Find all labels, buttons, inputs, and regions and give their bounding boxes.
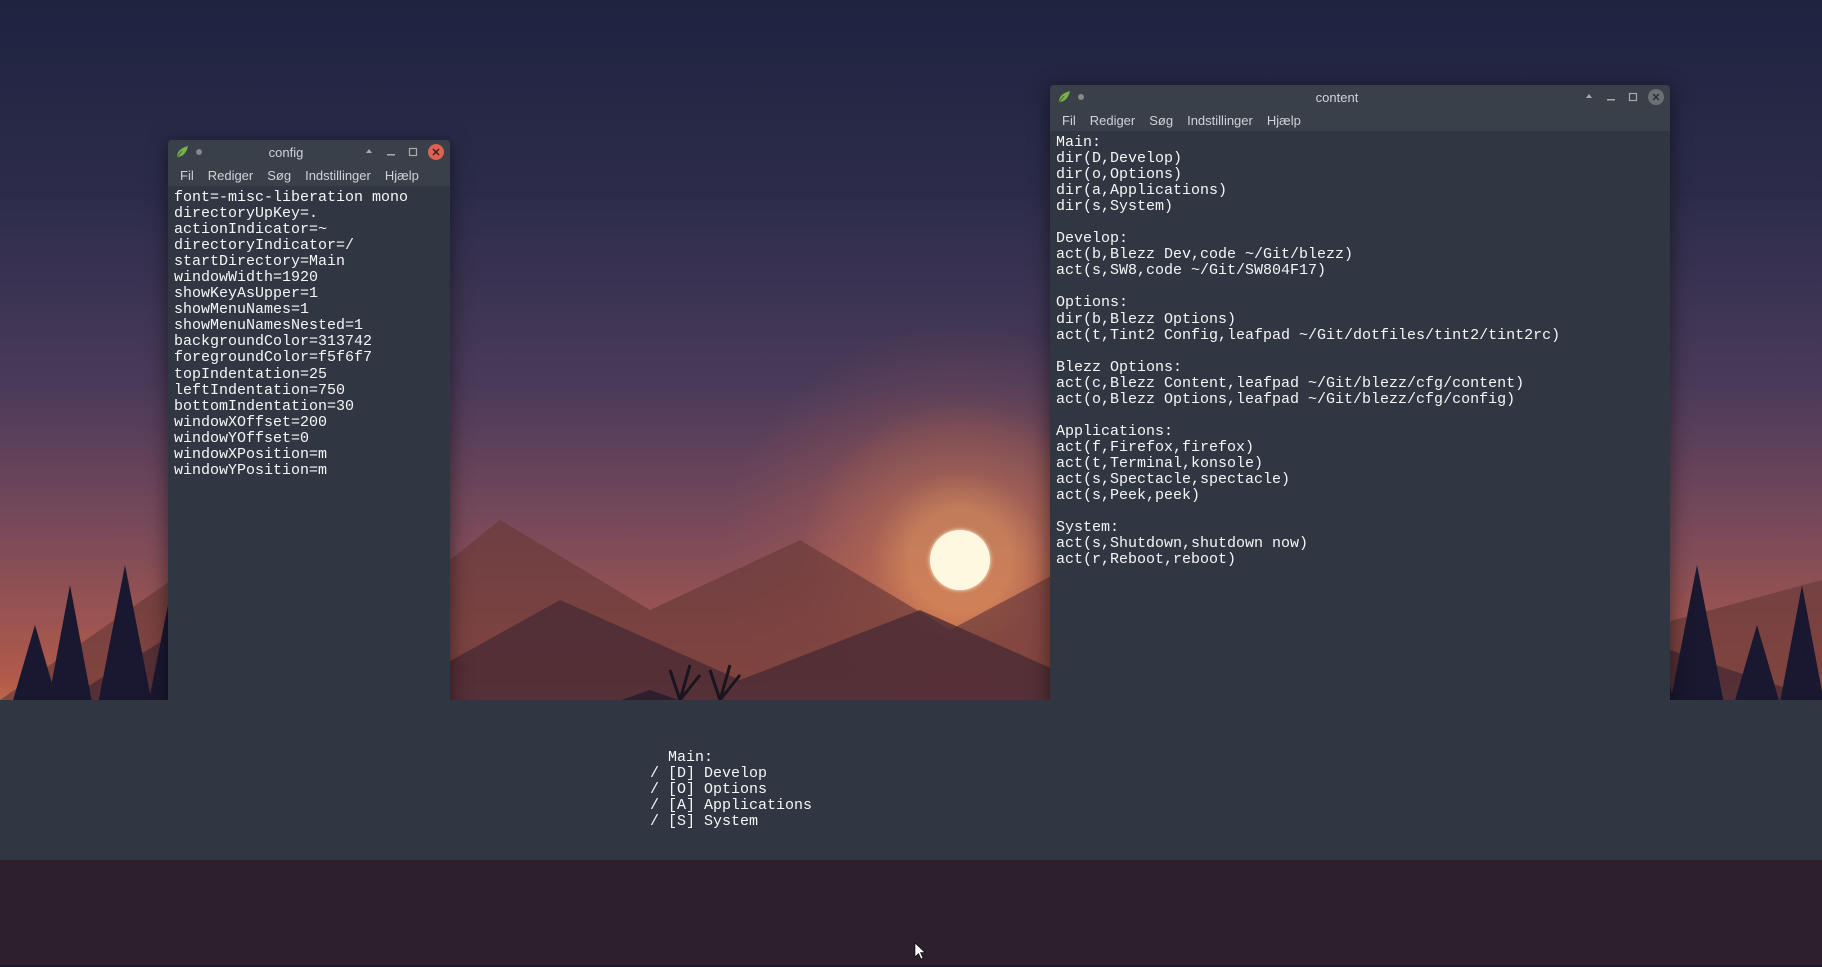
leafpad-icon	[174, 144, 190, 160]
blezz-launcher[interactable]: Main: / [D] Develop / [O] Options / [A] …	[0, 700, 1822, 860]
modified-indicator-icon	[1078, 94, 1084, 100]
minimize-button[interactable]	[1604, 90, 1618, 104]
editor-window-config[interactable]: config Fil Rediger Søg Indstillinger Hjæ…	[168, 140, 450, 742]
titlebar[interactable]: content	[1050, 85, 1670, 109]
titlebar[interactable]: config	[168, 140, 450, 164]
menu-sog[interactable]: Søg	[1143, 111, 1179, 130]
menu-sog[interactable]: Søg	[261, 166, 297, 185]
modified-indicator-icon	[196, 149, 202, 155]
maximize-button[interactable]	[406, 145, 420, 159]
window-title: content	[1092, 90, 1582, 105]
menubar: Fil Rediger Søg Indstillinger Hjælp	[1050, 109, 1670, 131]
cursor-icon	[914, 942, 930, 967]
menu-hjaelp[interactable]: Hjælp	[379, 166, 425, 185]
menu-fil[interactable]: Fil	[1056, 111, 1082, 130]
editor-content[interactable]: font=-misc-liberation mono directoryUpKe…	[168, 186, 450, 742]
keep-above-button[interactable]	[1582, 90, 1596, 104]
menu-hjaelp[interactable]: Hjælp	[1261, 111, 1307, 130]
editor-content[interactable]: Main: dir(D,Develop) dir(o,Options) dir(…	[1050, 131, 1670, 733]
minimize-button[interactable]	[384, 145, 398, 159]
leafpad-icon	[1056, 89, 1072, 105]
menu-indstillinger[interactable]: Indstillinger	[1181, 111, 1259, 130]
editor-window-content[interactable]: content Fil Rediger Søg Indstillinger Hj…	[1050, 85, 1670, 733]
close-button[interactable]	[428, 144, 444, 160]
menu-rediger[interactable]: Rediger	[202, 166, 260, 185]
window-title: config	[210, 145, 362, 160]
menu-fil[interactable]: Fil	[174, 166, 200, 185]
menu-rediger[interactable]: Rediger	[1084, 111, 1142, 130]
keep-above-button[interactable]	[362, 145, 376, 159]
maximize-button[interactable]	[1626, 90, 1640, 104]
menu-indstillinger[interactable]: Indstillinger	[299, 166, 377, 185]
menubar: Fil Rediger Søg Indstillinger Hjælp	[168, 164, 450, 186]
launcher-content: Main: / [D] Develop / [O] Options / [A] …	[650, 749, 812, 830]
close-button[interactable]	[1648, 89, 1664, 105]
